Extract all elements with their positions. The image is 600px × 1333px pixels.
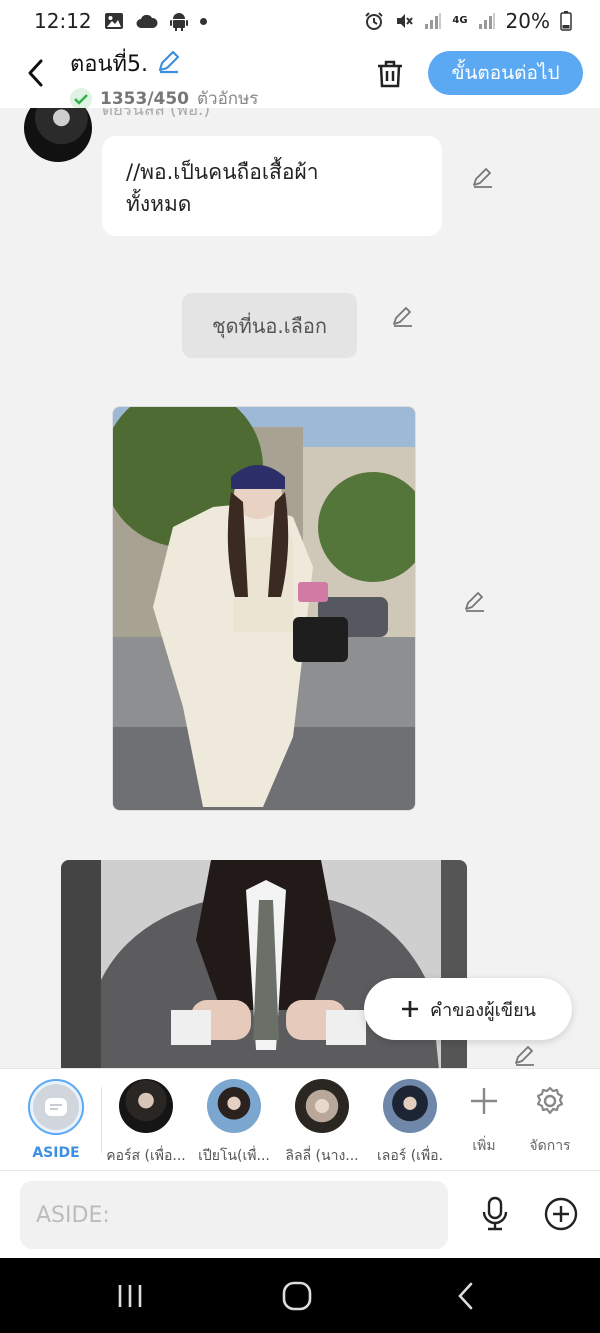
home-icon (282, 1281, 312, 1311)
sender-name: ดยิรันลล (พอ.) (102, 108, 211, 120)
avatar (383, 1079, 437, 1133)
aside-avatar (28, 1079, 84, 1135)
back-button[interactable] (20, 58, 50, 88)
character-aside[interactable]: ASIDE (12, 1079, 100, 1161)
manage-characters-button[interactable]: จัดการ (520, 1081, 580, 1157)
avatar (119, 1079, 173, 1133)
character-label: เปียโน(เพื่... (198, 1148, 270, 1164)
edit-photo-2-icon[interactable] (512, 1042, 538, 1068)
delete-button[interactable] (372, 56, 408, 92)
character-item[interactable]: คอร์ส (เพื่อ... (102, 1079, 190, 1167)
character-item[interactable]: เปียโน(เพื่... (190, 1079, 278, 1167)
episode-title-block: ตอนที่5. 1353/450 ตัวอักษร (70, 46, 258, 112)
android-icon (169, 11, 188, 31)
chat-bubble-icon (45, 1098, 67, 1116)
trash-icon (378, 60, 402, 88)
home-button[interactable] (277, 1278, 317, 1314)
edit-narration-icon[interactable] (390, 303, 416, 329)
system-back-button[interactable] (445, 1278, 485, 1314)
character-label: เลอร์ (เพื่อ. (376, 1148, 444, 1164)
alarm-icon (364, 11, 384, 31)
gear-icon (536, 1086, 564, 1115)
chat-area[interactable]: ดยิรันลล (พอ.) //พอ.เป็นคนถือเสื้อผ้า ทั… (0, 108, 600, 1068)
chat-bubble[interactable]: //พอ.เป็นคนถือเสื้อผ้า ทั้งหมด (102, 136, 442, 236)
add-attachment-button[interactable] (540, 1193, 582, 1235)
edit-photo-1-icon[interactable] (462, 588, 488, 614)
message-input[interactable] (20, 1181, 448, 1249)
outfit-photo-1[interactable] (112, 406, 416, 811)
author-note-label: คำของผู้เขียน (430, 999, 536, 1021)
author-note-button[interactable]: คำของผู้เขียน (364, 978, 572, 1040)
system-nav-bar (0, 1258, 600, 1333)
microphone-icon (482, 1196, 508, 1231)
recent-apps-button[interactable] (110, 1278, 150, 1314)
battery-percent: 20% (505, 9, 550, 33)
recents-icon (118, 1285, 142, 1307)
header: ตอนที่5. 1353/450 ตัวอักษร ขั้นตอนต่อไป (0, 42, 600, 110)
add-label: เพิ่ม (472, 1138, 496, 1154)
edit-title-icon[interactable] (156, 48, 182, 80)
plus-icon (471, 1088, 497, 1114)
chevron-left-icon (28, 59, 43, 87)
status-bar: 12:12 4G 20% (0, 0, 600, 42)
avatar (207, 1079, 261, 1133)
narration-message[interactable]: ชุดที่นอ.เลือก (182, 293, 357, 358)
chevron-left-icon (458, 1282, 473, 1310)
avatar (295, 1079, 349, 1133)
status-time: 12:12 (34, 9, 92, 33)
char-count: 1353/450 (100, 88, 190, 109)
add-character-button[interactable]: เพิ่ม (454, 1081, 514, 1157)
next-step-button[interactable]: ขั้นตอนต่อไป (428, 51, 583, 95)
edit-message-icon[interactable] (470, 164, 496, 190)
manage-label: จัดการ (529, 1138, 571, 1154)
character-item[interactable]: ลิลลี่ (นาง... (278, 1079, 366, 1167)
signal-2-icon (478, 12, 496, 30)
battery-icon (560, 11, 572, 31)
episode-title: ตอนที่5. (70, 52, 149, 77)
gallery-icon (104, 12, 124, 30)
network-type-icon: 4G (452, 15, 468, 26)
aside-label: ASIDE (32, 1145, 80, 1161)
character-bar: ASIDE คอร์ส (เพื่อ... เปียโน(เพื่... ลิล… (0, 1068, 600, 1170)
sender-avatar[interactable] (24, 108, 92, 162)
notification-dot-icon (199, 17, 207, 25)
plus-icon (402, 1001, 419, 1017)
character-item[interactable]: เลอร์ (เพื่อ. (366, 1079, 454, 1167)
chat-bubble-text: //พอ.เป็นคนถือเสื้อผ้า ทั้งหมด (126, 160, 319, 216)
mute-icon (394, 11, 414, 31)
check-icon (70, 87, 92, 110)
plus-circle-icon (544, 1197, 578, 1231)
cloud-icon (136, 13, 158, 29)
voice-input-button[interactable] (474, 1193, 516, 1235)
character-label: คอร์ส (เพื่อ... (106, 1148, 186, 1164)
input-bar (0, 1170, 600, 1258)
character-label: ลิลลี่ (นาง... (285, 1148, 359, 1164)
signal-icon (424, 12, 442, 30)
